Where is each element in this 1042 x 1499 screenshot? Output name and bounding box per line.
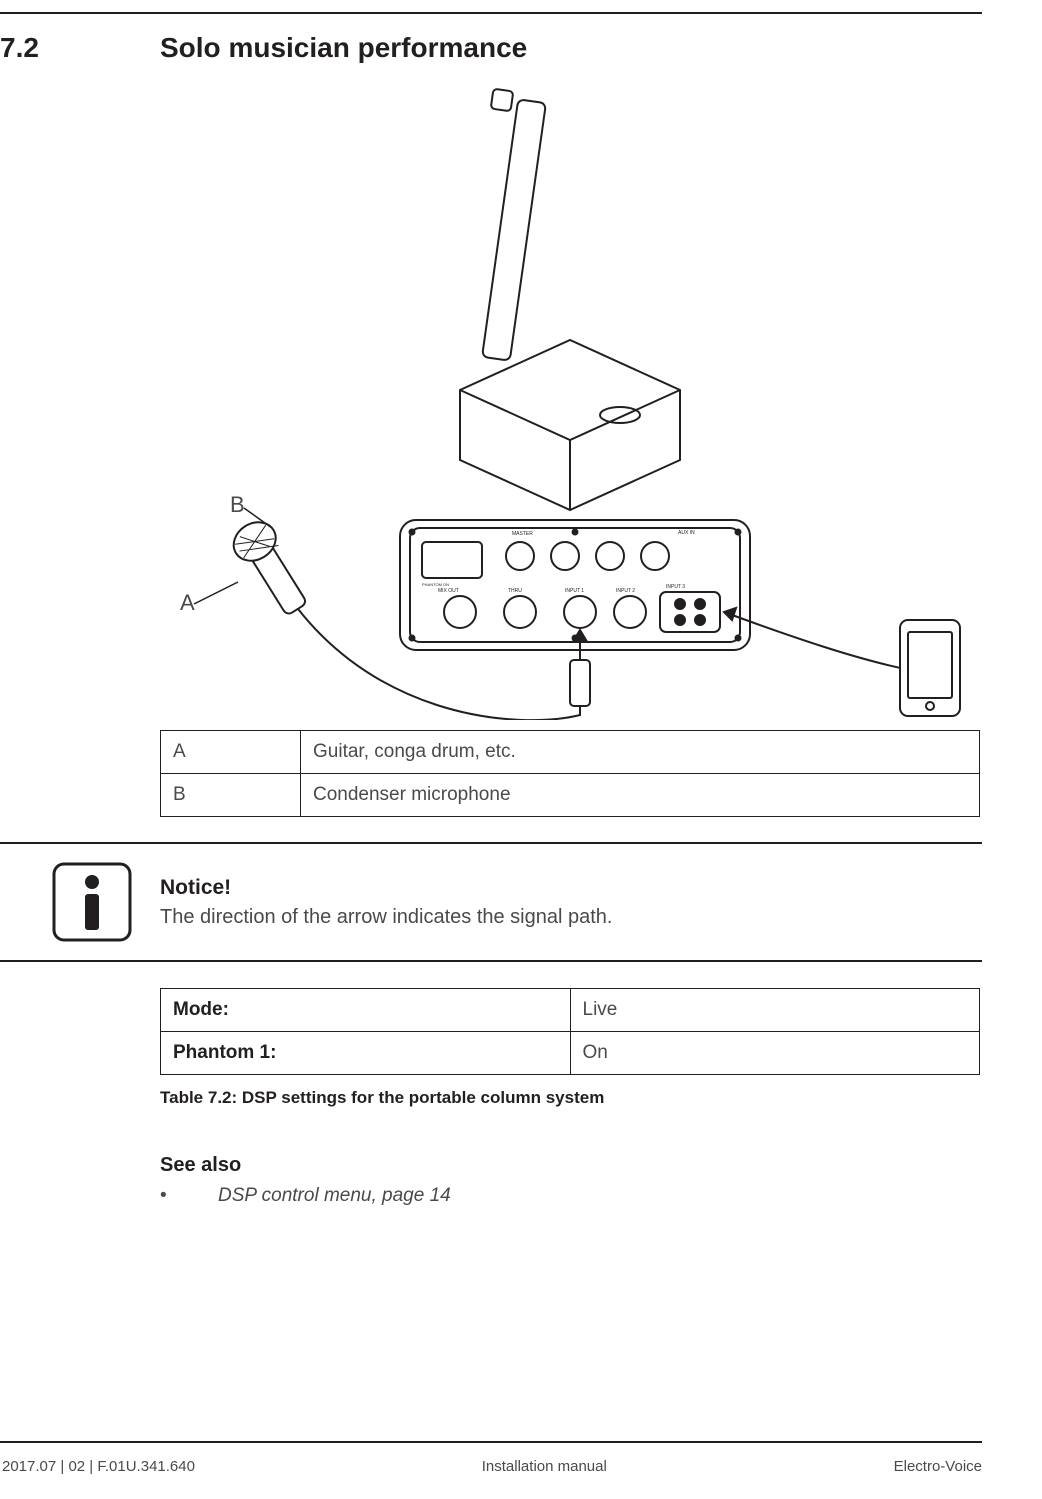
diagram-label-b: B — [230, 492, 245, 517]
dsp-settings-table: Mode: Live Phantom 1: On — [160, 988, 980, 1075]
footer-doc-id: 2017.07 | 02 | F.01U.341.640 — [0, 1458, 195, 1475]
page: 7.2 Solo musician performance — [0, 0, 1042, 1499]
svg-text:AUX IN: AUX IN — [678, 530, 695, 536]
rule-divider — [0, 960, 982, 962]
rear-panel-icon: MASTER MIX OUT THRU INPUT 1 INPUT 2 INPU… — [400, 520, 750, 650]
legend-key: A — [161, 731, 301, 774]
legend-value: Guitar, conga drum, etc. — [301, 731, 980, 774]
aux-cable-icon — [724, 608, 910, 670]
table-caption: Table 7.2: DSP settings for the portable… — [160, 1088, 604, 1108]
dsp-key: Mode: — [161, 989, 571, 1032]
diagram-label-a: A — [180, 590, 195, 615]
connection-diagram: MASTER MIX OUT THRU INPUT 1 INPUT 2 INPU… — [160, 80, 980, 720]
svg-text:MIX OUT: MIX OUT — [438, 588, 459, 594]
legend-table: A Guitar, conga drum, etc. B Condenser m… — [160, 730, 980, 817]
notice-title: Notice! — [160, 876, 980, 900]
rule-divider — [0, 842, 982, 844]
page-footer: 2017.07 | 02 | F.01U.341.640 Installatio… — [0, 1458, 982, 1475]
notice-text: The direction of the arrow indicates the… — [160, 906, 980, 929]
notice-block: Notice! The direction of the arrow indic… — [160, 876, 980, 929]
column-speaker-icon — [460, 89, 680, 510]
xlr-cable-icon — [275, 575, 590, 720]
see-also-item: DSP control menu, page 14 — [160, 1185, 451, 1207]
info-icon — [52, 862, 132, 942]
smartphone-icon — [900, 620, 960, 716]
table-row: A Guitar, conga drum, etc. — [161, 731, 980, 774]
footer-doc-type: Installation manual — [482, 1458, 607, 1475]
svg-text:THRU: THRU — [508, 588, 522, 594]
section-title: Solo musician performance — [160, 32, 527, 64]
table-row: Phantom 1: On — [161, 1032, 980, 1075]
section-number: 7.2 — [0, 32, 39, 64]
rule-top — [0, 12, 982, 14]
legend-value: Condenser microphone — [301, 774, 980, 817]
svg-text:PHANTOM ON: PHANTOM ON — [422, 582, 449, 587]
svg-text:INPUT 1: INPUT 1 — [565, 588, 584, 594]
svg-text:INPUT 3: INPUT 3 — [666, 584, 685, 590]
dsp-value: On — [570, 1032, 980, 1075]
see-also-title: See also — [160, 1154, 451, 1177]
dsp-value: Live — [570, 989, 980, 1032]
see-also-block: See also DSP control menu, page 14 — [160, 1154, 451, 1207]
microphone-icon — [227, 515, 316, 621]
table-row: Mode: Live — [161, 989, 980, 1032]
rule-footer — [0, 1441, 982, 1443]
footer-brand: Electro-Voice — [894, 1458, 982, 1475]
table-row: B Condenser microphone — [161, 774, 980, 817]
dsp-key: Phantom 1: — [161, 1032, 571, 1075]
legend-key: B — [161, 774, 301, 817]
svg-text:MASTER: MASTER — [512, 531, 533, 537]
svg-text:INPUT 2: INPUT 2 — [616, 588, 635, 594]
